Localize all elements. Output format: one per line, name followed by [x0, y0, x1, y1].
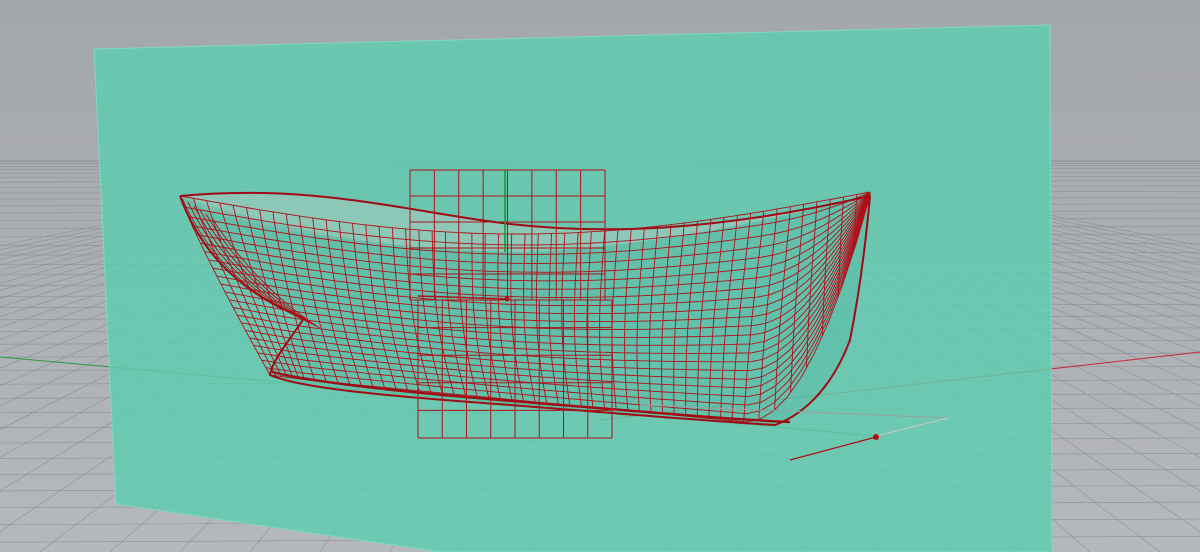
viewport-canvas[interactable]	[0, 0, 1200, 552]
perspective-viewport[interactable]	[0, 0, 1200, 552]
pointer-origin[interactable]	[873, 434, 879, 440]
gumball-origin[interactable]	[504, 296, 510, 302]
